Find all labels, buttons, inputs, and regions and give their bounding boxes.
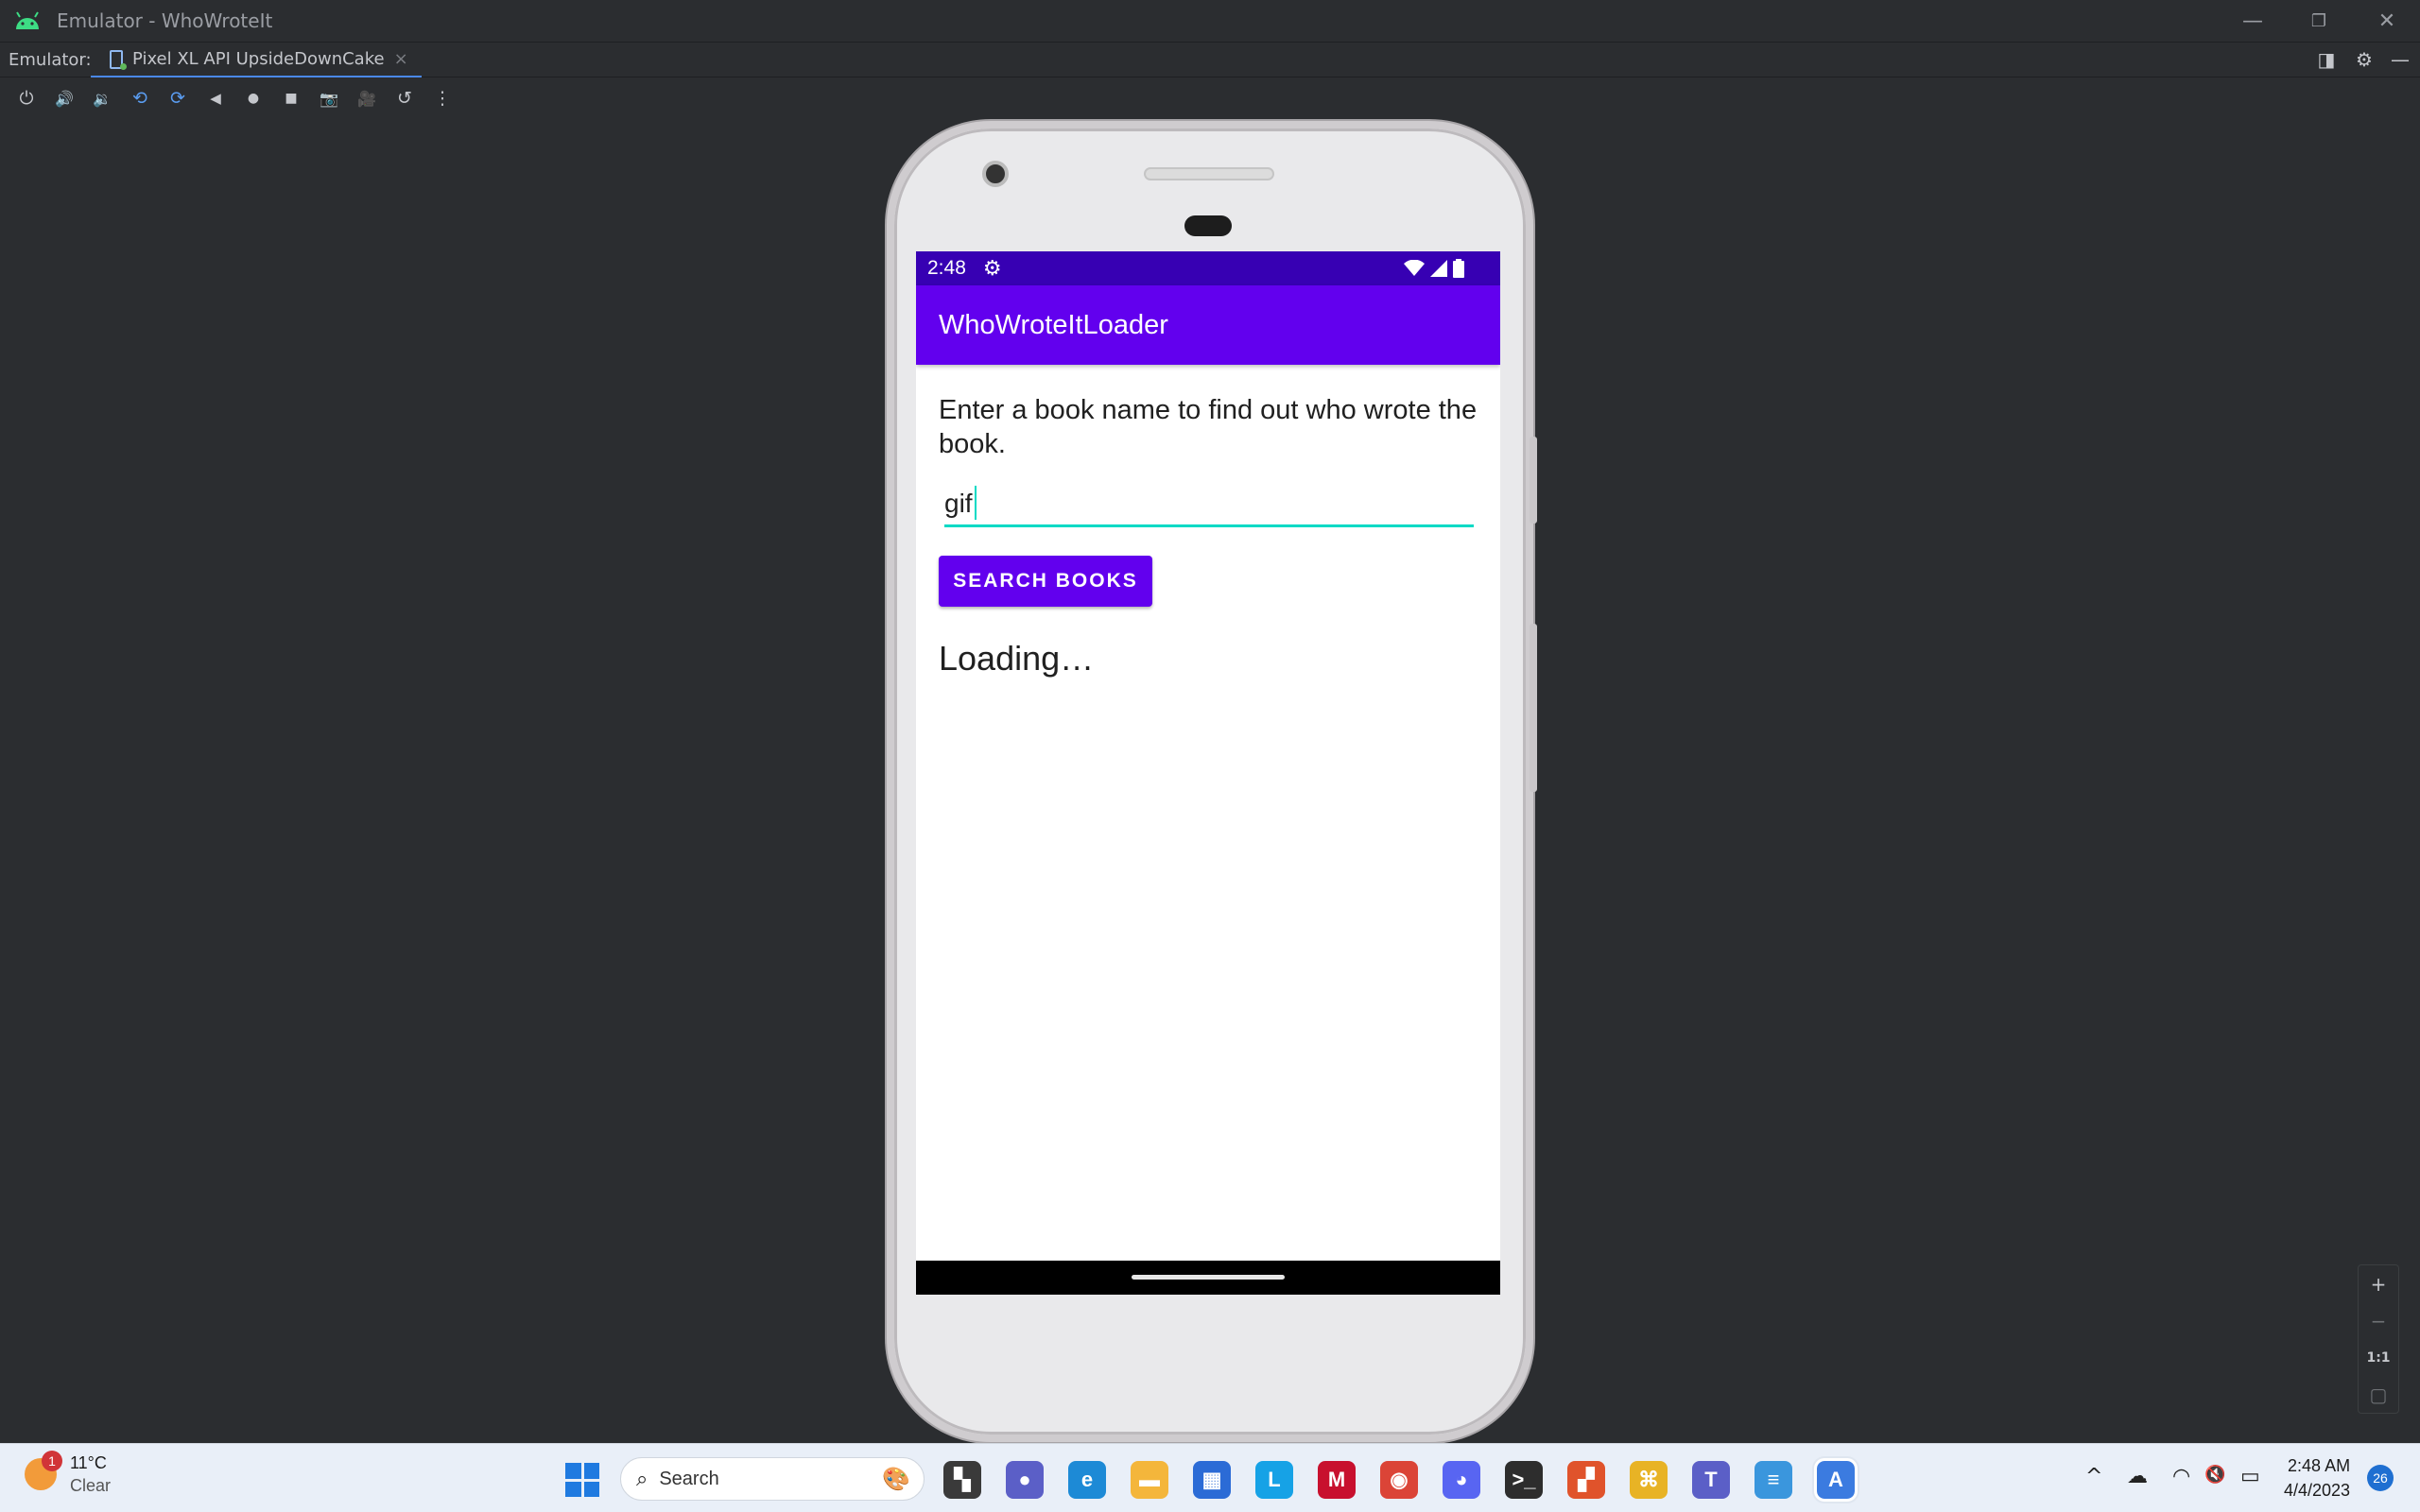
home-icon[interactable]: ● — [234, 79, 272, 117]
layout-icon[interactable]: ◨ — [2308, 42, 2344, 77]
window-titlebar: Emulator - WhoWroteIt — [0, 0, 2420, 42]
onedrive-icon[interactable]: ☁ — [2127, 1465, 2148, 1488]
file-manager-icon[interactable]: ▚ — [943, 1461, 981, 1499]
book-input[interactable] — [944, 482, 1474, 527]
android-icon — [16, 11, 39, 29]
zoom-in-button[interactable]: + — [2358, 1265, 2399, 1302]
wifi-tray-icon[interactable]: ◠ — [2172, 1465, 2190, 1488]
zoom-actual-size-button[interactable]: 1:1 — [2358, 1339, 2399, 1376]
store-icon[interactable]: ▦ — [1193, 1461, 1231, 1499]
notification-badge[interactable]: 26 — [2367, 1465, 2394, 1491]
zoom-controls: + − 1:1 ▢ — [2358, 1264, 2399, 1414]
windows-taskbar: 1 11°C Clear ⌕ Search 🎨 ▚ ● e ▬ ▦ L M ◉ ◕ >_ ▞ ⌘ T ≡ A… — [0, 1443, 2420, 1512]
battery-tray-icon[interactable]: ▭ — [2240, 1465, 2260, 1488]
edge-icon[interactable]: e — [1068, 1461, 1106, 1499]
search-highlight-icon: 🎨 — [882, 1467, 910, 1492]
emulator-toolbar: ⏻ 🔊 🔉 ⟲ ⟳ ◀ ● ■ 📷 🎥 ↺ ⋮ — [0, 77, 2420, 119]
more-icon[interactable]: ⋮ — [424, 79, 461, 117]
taskbar-search[interactable]: ⌕ Search 🎨 — [620, 1457, 925, 1501]
device-screen: 2:48 ⚙ WhoWroteItLoader Enter a book nam… — [916, 251, 1500, 1295]
windows-start-icon[interactable] — [565, 1463, 599, 1497]
settings-status-icon: ⚙ — [982, 256, 1002, 280]
minimize-button[interactable]: — — [2220, 0, 2286, 42]
overview-icon[interactable]: ■ — [272, 79, 310, 117]
navigation-bar — [916, 1261, 1500, 1295]
tab-pixel-xl[interactable]: Pixel XL API UpsideDownCake × — [91, 43, 422, 78]
app-title: WhoWroteItLoader — [939, 309, 1168, 340]
status-icons — [1404, 251, 1464, 285]
discord-icon[interactable]: ◕ — [1443, 1461, 1480, 1499]
weather-temp: 11°C — [70, 1453, 107, 1472]
app-bar: WhoWroteItLoader — [916, 285, 1500, 365]
restore-button[interactable]: ❐ — [2286, 0, 2352, 42]
close-tab-icon[interactable]: × — [394, 49, 408, 69]
clock-date: 4/4/2023 — [2284, 1481, 2351, 1500]
snapshot-icon[interactable]: ↺ — [386, 79, 424, 117]
rotate-left-icon[interactable]: ⟲ — [121, 79, 159, 117]
gesture-handle[interactable] — [1132, 1275, 1285, 1280]
battery-icon — [1453, 259, 1464, 278]
status-time: 2:48 — [927, 257, 966, 279]
yellow-app-icon[interactable]: ⌘ — [1630, 1461, 1668, 1499]
clock-time: 2:48 AM — [2288, 1456, 2351, 1475]
text-cursor — [975, 486, 977, 520]
emulator-label: Emulator: — [9, 49, 92, 70]
folder-icon[interactable]: ▬ — [1131, 1461, 1168, 1499]
result-text: Loading… — [939, 639, 1095, 678]
search-books-button[interactable]: SEARCH BOOKS — [939, 556, 1152, 607]
office-icon[interactable]: ▞ — [1567, 1461, 1605, 1499]
volume-side-button[interactable] — [1530, 624, 1537, 792]
zoom-fit-button[interactable]: ▢ — [2358, 1376, 2399, 1413]
back-icon[interactable]: ◀ — [197, 79, 234, 117]
notepad-icon[interactable]: ≡ — [1754, 1461, 1792, 1499]
power-icon[interactable]: ⏻ — [8, 79, 45, 117]
weather-desc: Clear — [70, 1476, 112, 1495]
teams-icon[interactable]: T — [1692, 1461, 1730, 1499]
volume-muted-icon[interactable]: 🔇 — [2204, 1465, 2225, 1485]
instructions-text: Enter a book name to find out who wrote … — [939, 395, 1478, 459]
earpiece-speaker — [1144, 167, 1274, 180]
l-app-icon[interactable]: L — [1255, 1461, 1293, 1499]
volume-down-icon[interactable]: 🔉 — [83, 79, 121, 117]
tray-chevron-icon[interactable]: ^ — [2085, 1465, 2102, 1488]
device-icon — [110, 49, 127, 70]
weather-widget[interactable]: 1 11°C Clear — [25, 1451, 112, 1497]
wifi-icon — [1404, 260, 1425, 276]
chat-icon[interactable]: ● — [1006, 1461, 1044, 1499]
front-camera — [982, 161, 1009, 187]
window-title: Emulator - WhoWroteIt — [57, 9, 273, 32]
screenshot-icon[interactable]: 📷 — [310, 79, 348, 117]
status-bar: 2:48 ⚙ — [916, 251, 1500, 285]
rotate-right-icon[interactable]: ⟳ — [159, 79, 197, 117]
cell-signal-icon — [1430, 260, 1447, 277]
weather-badge: 1 — [42, 1451, 62, 1471]
power-side-button[interactable] — [1530, 437, 1537, 524]
zoom-out-button[interactable]: − — [2358, 1302, 2399, 1339]
emulator-tab-row: Emulator: Pixel XL API UpsideDownCake × — [0, 42, 2420, 78]
tab-label: Pixel XL API UpsideDownCake — [132, 49, 385, 69]
chrome-icon[interactable]: ◉ — [1380, 1461, 1418, 1499]
screenrecord-icon[interactable]: 🎥 — [348, 79, 386, 117]
proximity-sensor — [1184, 215, 1232, 236]
volume-up-icon[interactable]: 🔊 — [45, 79, 83, 117]
android-studio-icon[interactable]: A — [1814, 1458, 1858, 1502]
weather-moon-icon: 1 — [25, 1451, 62, 1490]
search-placeholder: Search — [659, 1468, 719, 1489]
hide-panel-icon[interactable]: — — [2382, 42, 2418, 77]
mcafee-icon[interactable]: M — [1318, 1461, 1356, 1499]
search-icon: ⌕ — [636, 1467, 648, 1490]
settings-gear-icon[interactable]: ⚙ — [2346, 42, 2382, 77]
terminal-icon[interactable]: >_ — [1505, 1461, 1543, 1499]
taskbar-clock[interactable]: 2:48 AM 4/4/2023 — [2284, 1453, 2350, 1503]
close-window-button[interactable]: ✕ — [2354, 0, 2420, 42]
